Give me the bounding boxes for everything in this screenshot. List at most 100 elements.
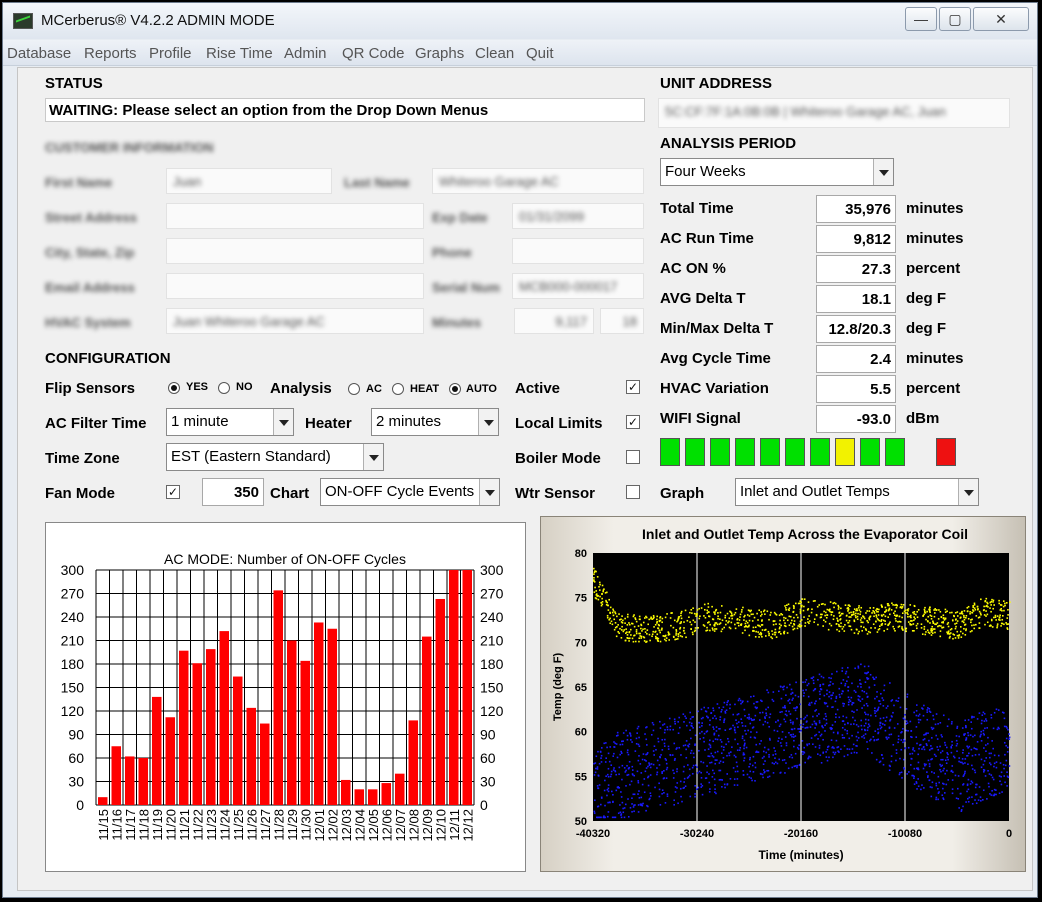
- data-point: [749, 758, 751, 761]
- data-point: [894, 617, 897, 620]
- data-point: [707, 606, 710, 608]
- data-point: [922, 745, 925, 748]
- data-point: [925, 763, 927, 766]
- data-point: [971, 618, 973, 621]
- y-axis-label: Temp (deg F): [552, 653, 564, 722]
- data-point: [860, 625, 862, 628]
- serial-field[interactable]: MCB000-000017: [512, 273, 644, 299]
- wtr-sensor-checkbox[interactable]: [626, 485, 640, 499]
- local-limits-checkbox[interactable]: ✓: [626, 415, 640, 429]
- data-point: [776, 762, 779, 765]
- menu-database[interactable]: Database: [7, 45, 71, 62]
- data-point: [847, 608, 850, 611]
- data-point: [847, 604, 850, 607]
- data-point: [618, 787, 621, 789]
- exp-date-field[interactable]: 01/31/2099: [512, 203, 644, 229]
- y-tick-label: 80: [575, 548, 587, 560]
- menu-graphs[interactable]: Graphs: [415, 45, 464, 62]
- analysis-period-dropdown[interactable]: Four Weeks: [660, 158, 894, 186]
- wifi-signal-segment: [860, 438, 880, 466]
- menu-admin[interactable]: Admin: [284, 45, 327, 62]
- minimize-button[interactable]: —: [905, 7, 937, 31]
- phone-label: Phone: [432, 245, 472, 260]
- data-point: [860, 663, 862, 666]
- data-point: [786, 604, 788, 606]
- first-name-field[interactable]: Juan: [166, 168, 332, 194]
- menu-clean[interactable]: Clean: [475, 45, 514, 62]
- data-point: [686, 619, 689, 622]
- chart-dropdown[interactable]: ON-OFF Cycle Events: [320, 478, 500, 506]
- data-point: [714, 762, 717, 765]
- data-point: [882, 613, 885, 616]
- analysis-heat-radio[interactable]: [392, 383, 404, 395]
- data-point: [844, 624, 846, 626]
- data-point: [769, 739, 771, 741]
- data-point: [640, 623, 642, 626]
- menu-reports[interactable]: Reports: [84, 45, 137, 62]
- last-name-field[interactable]: Whiteroo Garage AC: [432, 168, 644, 194]
- data-point: [939, 721, 942, 724]
- data-point: [841, 726, 844, 729]
- data-point: [926, 718, 929, 721]
- flip-yes-radio[interactable]: [168, 382, 180, 394]
- data-point: [928, 765, 931, 768]
- data-point: [820, 733, 823, 736]
- boiler-mode-checkbox[interactable]: [626, 450, 640, 464]
- data-point: [767, 630, 770, 633]
- fan-mode-checkbox[interactable]: ✓: [166, 485, 180, 499]
- data-point: [866, 729, 869, 732]
- minutes-field[interactable]: 9,117: [514, 308, 594, 334]
- minutes-extra-field[interactable]: 18: [600, 308, 644, 334]
- data-point: [597, 598, 600, 601]
- data-point: [980, 730, 983, 733]
- unit-address-dropdown[interactable]: 5C:CF:7F:1A:0B:0B | Whiteroo Garage AC, …: [658, 98, 1010, 128]
- data-point: [945, 783, 948, 786]
- data-point: [993, 616, 995, 619]
- time-zone-dropdown[interactable]: EST (Eastern Standard): [166, 443, 384, 471]
- data-point: [875, 609, 877, 612]
- city-field[interactable]: [166, 238, 424, 264]
- y-tick-label: 60: [575, 727, 587, 739]
- menu-profile[interactable]: Profile: [149, 45, 192, 62]
- data-point: [656, 633, 659, 636]
- data-point: [974, 608, 977, 611]
- menu-qr-code[interactable]: QR Code: [342, 45, 405, 62]
- email-field[interactable]: [166, 273, 424, 299]
- street-field[interactable]: [166, 203, 424, 229]
- data-point: [593, 591, 596, 593]
- hvac-field[interactable]: Juan Whiteroo Garage AC: [166, 308, 424, 334]
- active-checkbox[interactable]: ✓: [626, 380, 640, 394]
- data-point: [990, 774, 993, 776]
- data-point: [833, 615, 835, 617]
- analysis-row-value: 35,976: [816, 195, 896, 223]
- analysis-ac-radio[interactable]: [348, 383, 360, 395]
- data-point: [638, 637, 641, 640]
- data-point: [702, 737, 705, 739]
- menu-rise-time[interactable]: Rise Time: [206, 45, 273, 62]
- data-point: [629, 735, 632, 737]
- ac-filter-dropdown[interactable]: 1 minute: [166, 408, 294, 436]
- title-bar[interactable]: MCerberus® V4.2.2 ADMIN MODE — ▢ ✕: [3, 3, 1037, 39]
- close-button[interactable]: ✕: [973, 7, 1029, 31]
- data-point: [899, 606, 902, 608]
- heater-dropdown[interactable]: 2 minutes: [371, 408, 499, 436]
- data-point: [1007, 608, 1009, 611]
- phone-field[interactable]: [512, 238, 644, 264]
- analysis-auto-radio[interactable]: [449, 383, 461, 395]
- data-point: [846, 730, 849, 732]
- data-point: [956, 725, 959, 728]
- data-point: [818, 731, 820, 733]
- flip-no-radio[interactable]: [218, 382, 230, 394]
- fan-value-input[interactable]: 350: [202, 478, 264, 506]
- data-point: [683, 627, 685, 629]
- data-point: [779, 772, 782, 774]
- data-point: [802, 681, 804, 684]
- graph-dropdown[interactable]: Inlet and Outlet Temps: [735, 478, 979, 506]
- data-point: [726, 773, 729, 775]
- data-point: [713, 732, 716, 735]
- data-point: [650, 617, 652, 620]
- maximize-button[interactable]: ▢: [939, 7, 971, 31]
- data-point: [734, 703, 736, 706]
- menu-quit[interactable]: Quit: [526, 45, 554, 62]
- data-point: [669, 725, 672, 728]
